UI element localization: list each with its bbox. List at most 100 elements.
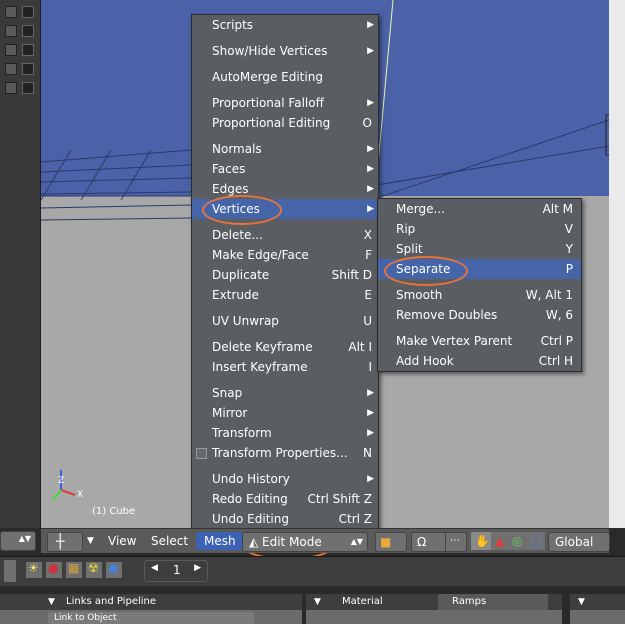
menu-item-delete[interactable]: Delete... X — [192, 225, 378, 245]
orientation-select[interactable]: Global — [548, 532, 610, 552]
menu-item-edges[interactable]: Edges ▶ — [192, 179, 378, 199]
toolstrip-button[interactable] — [5, 63, 17, 75]
menu-item-duplicate[interactable]: Duplicate Shift D — [192, 265, 378, 285]
panel-links-and-pipeline: ▼ Links and Pipeline Link to Object — [40, 594, 302, 624]
grid-toggle[interactable]: ⋯ — [445, 532, 467, 552]
manipulator-select[interactable]: Ω — [411, 532, 447, 552]
menu-item-uv-unwrap[interactable]: UV Unwrap U — [192, 311, 378, 331]
panel-left — [0, 594, 40, 624]
menu-select[interactable]: Select — [151, 529, 188, 553]
texture-panel-button[interactable]: ▦ — [66, 561, 82, 578]
menu-item-mirror[interactable]: Mirror ▶ — [192, 403, 378, 423]
toolstrip-button[interactable] — [22, 25, 34, 37]
mode-select[interactable]: ◭ Edit Mode ▲▼ — [242, 532, 368, 552]
menu-item-undo-history[interactable]: Undo History ▶ — [192, 469, 378, 489]
right-window-edge — [609, 0, 625, 528]
submenu-item-merge[interactable]: Merge... Alt M — [378, 199, 581, 219]
select-arrow-icon: ▲▼ — [350, 537, 363, 546]
menu-item-label: Make Edge/Face — [212, 248, 309, 262]
toolstrip-button[interactable] — [5, 25, 17, 37]
submenu-item-add-hook[interactable]: Add Hook Ctrl H — [378, 351, 581, 371]
checkbox-icon[interactable] — [196, 448, 207, 459]
menu-view[interactable]: View — [108, 529, 136, 553]
panel-header[interactable]: ▼ Links and Pipeline — [40, 594, 302, 610]
panel-header[interactable]: ▼ Material Ramps — [306, 594, 562, 610]
pivot-select[interactable]: ■ — [375, 532, 407, 552]
lamp-panel-button[interactable]: ☀ — [26, 561, 42, 578]
submenu-item-shortcut: W, Alt 1 — [525, 288, 573, 302]
menu-item-proportional-editing[interactable]: Proportional Editing O — [192, 113, 378, 133]
submenu-item-remove-doubles[interactable]: Remove Doubles W, 6 — [378, 305, 581, 325]
menu-item-label: Redo Editing — [212, 492, 288, 506]
menu-item-snap[interactable]: Snap ▶ — [192, 383, 378, 403]
menu-item-faces[interactable]: Faces ▶ — [192, 159, 378, 179]
menu-item-show-hide-vertices[interactable]: Show/Hide Vertices ▶ — [192, 41, 378, 61]
submenu-arrow-icon: ▶ — [367, 98, 374, 108]
submenu-arrow-icon: ▶ — [367, 20, 374, 30]
toolstrip-button[interactable] — [22, 6, 34, 18]
scale-tool-button[interactable]: □ — [527, 532, 545, 550]
submenu-item-label: Remove Doubles — [396, 308, 498, 322]
decrement-arrow-icon[interactable]: ◀ — [151, 563, 158, 573]
light-icon: ☀ — [28, 561, 39, 575]
radiosity-panel-button[interactable]: ☢ — [86, 561, 102, 578]
menu-item-redo-editing[interactable]: Redo Editing Ctrl Shift Z — [192, 489, 378, 509]
menu-item-undo-editing[interactable]: Undo Editing Ctrl Z — [192, 509, 378, 529]
submenu-item-smooth[interactable]: Smooth W, Alt 1 — [378, 285, 581, 305]
menu-item-transform-properties[interactable]: Transform Properties... N — [192, 443, 378, 463]
triangle-icon[interactable]: ▼ — [87, 529, 94, 553]
link-to-object-field[interactable]: Link to Object — [48, 612, 254, 624]
submenu-item-shortcut: Y — [565, 242, 573, 256]
menu-item-delete-keyframe[interactable]: Delete Keyframe Alt I — [192, 337, 378, 357]
window-type-select[interactable] — [4, 560, 16, 582]
frame-number-field[interactable]: ◀ 1 ▶ — [144, 560, 208, 582]
menu-item-scripts[interactable]: Scripts ▶ — [192, 15, 378, 35]
tab-ramps[interactable]: Ramps — [452, 594, 486, 610]
submenu-arrow-icon: ▶ — [367, 408, 374, 418]
link-to-object-label: Link to Object — [54, 613, 117, 623]
menu-item-label: Show/Hide Vertices — [212, 44, 328, 58]
submenu-item-make-vertex-parent[interactable]: Make Vertex Parent Ctrl P — [378, 331, 581, 351]
menu-item-shortcut: Alt I — [348, 340, 372, 354]
menu-item-proportional-falloff[interactable]: Proportional Falloff ▶ — [192, 93, 378, 113]
menu-mesh[interactable]: Mesh — [196, 532, 244, 550]
hand-tool-button[interactable]: ✋ — [471, 532, 491, 550]
collapse-triangle-icon[interactable]: ▼ — [48, 594, 55, 610]
menu-item-transform[interactable]: Transform ▶ — [192, 423, 378, 443]
toolstrip-button[interactable] — [5, 82, 17, 94]
collapse-triangle-icon[interactable]: ▼ — [314, 594, 321, 610]
menu-item-make-edge-face[interactable]: Make Edge/Face F — [192, 245, 378, 265]
panel-right: ▼ — [570, 594, 625, 624]
submenu-arrow-icon: ▶ — [367, 428, 374, 438]
increment-arrow-icon[interactable]: ▶ — [194, 563, 201, 573]
object-name-label: (1) Cube — [92, 506, 136, 517]
submenu-item-shortcut: Ctrl P — [540, 334, 573, 348]
collapse-triangle-icon[interactable]: ▼ — [578, 594, 585, 610]
translate-tool-button[interactable]: ▲ — [491, 532, 509, 550]
submenu-item-rip[interactable]: Rip V — [378, 219, 581, 239]
menu-item-extrude[interactable]: Extrude E — [192, 285, 378, 305]
toolstrip-button[interactable] — [5, 44, 17, 56]
left-header-select[interactable]: ▲▼ — [0, 531, 36, 551]
world-panel-button[interactable]: ● — [106, 561, 122, 578]
submenu-arrow-icon: ▶ — [367, 144, 374, 154]
window-type-selector[interactable]: ┼ — [47, 532, 83, 552]
menu-item-shortcut: I — [368, 360, 372, 374]
toolstrip-button[interactable] — [22, 63, 34, 75]
panel-header[interactable]: ▼ — [570, 594, 625, 610]
toolstrip-button[interactable] — [22, 82, 34, 94]
toolstrip-button[interactable] — [5, 6, 17, 18]
toolstrip-button[interactable] — [22, 44, 34, 56]
menu-item-normals[interactable]: Normals ▶ — [192, 139, 378, 159]
submenu-item-split[interactable]: Split Y — [378, 239, 581, 259]
magnet-icon: Ω — [417, 535, 427, 549]
menu-item-automerge-editing[interactable]: AutoMerge Editing — [192, 67, 378, 87]
rotate-tool-button[interactable]: ◎ — [509, 532, 527, 550]
menu-item-insert-keyframe[interactable]: Insert Keyframe I — [192, 357, 378, 377]
tab-material[interactable]: Material — [342, 594, 383, 610]
material-panel-button[interactable]: ● — [46, 561, 62, 578]
menu-item-label: Insert Keyframe — [212, 360, 308, 374]
submenu-item-shortcut: V — [564, 222, 573, 236]
submenu-item-label: Make Vertex Parent — [396, 334, 513, 348]
submenu-arrow-icon: ▶ — [367, 46, 374, 56]
